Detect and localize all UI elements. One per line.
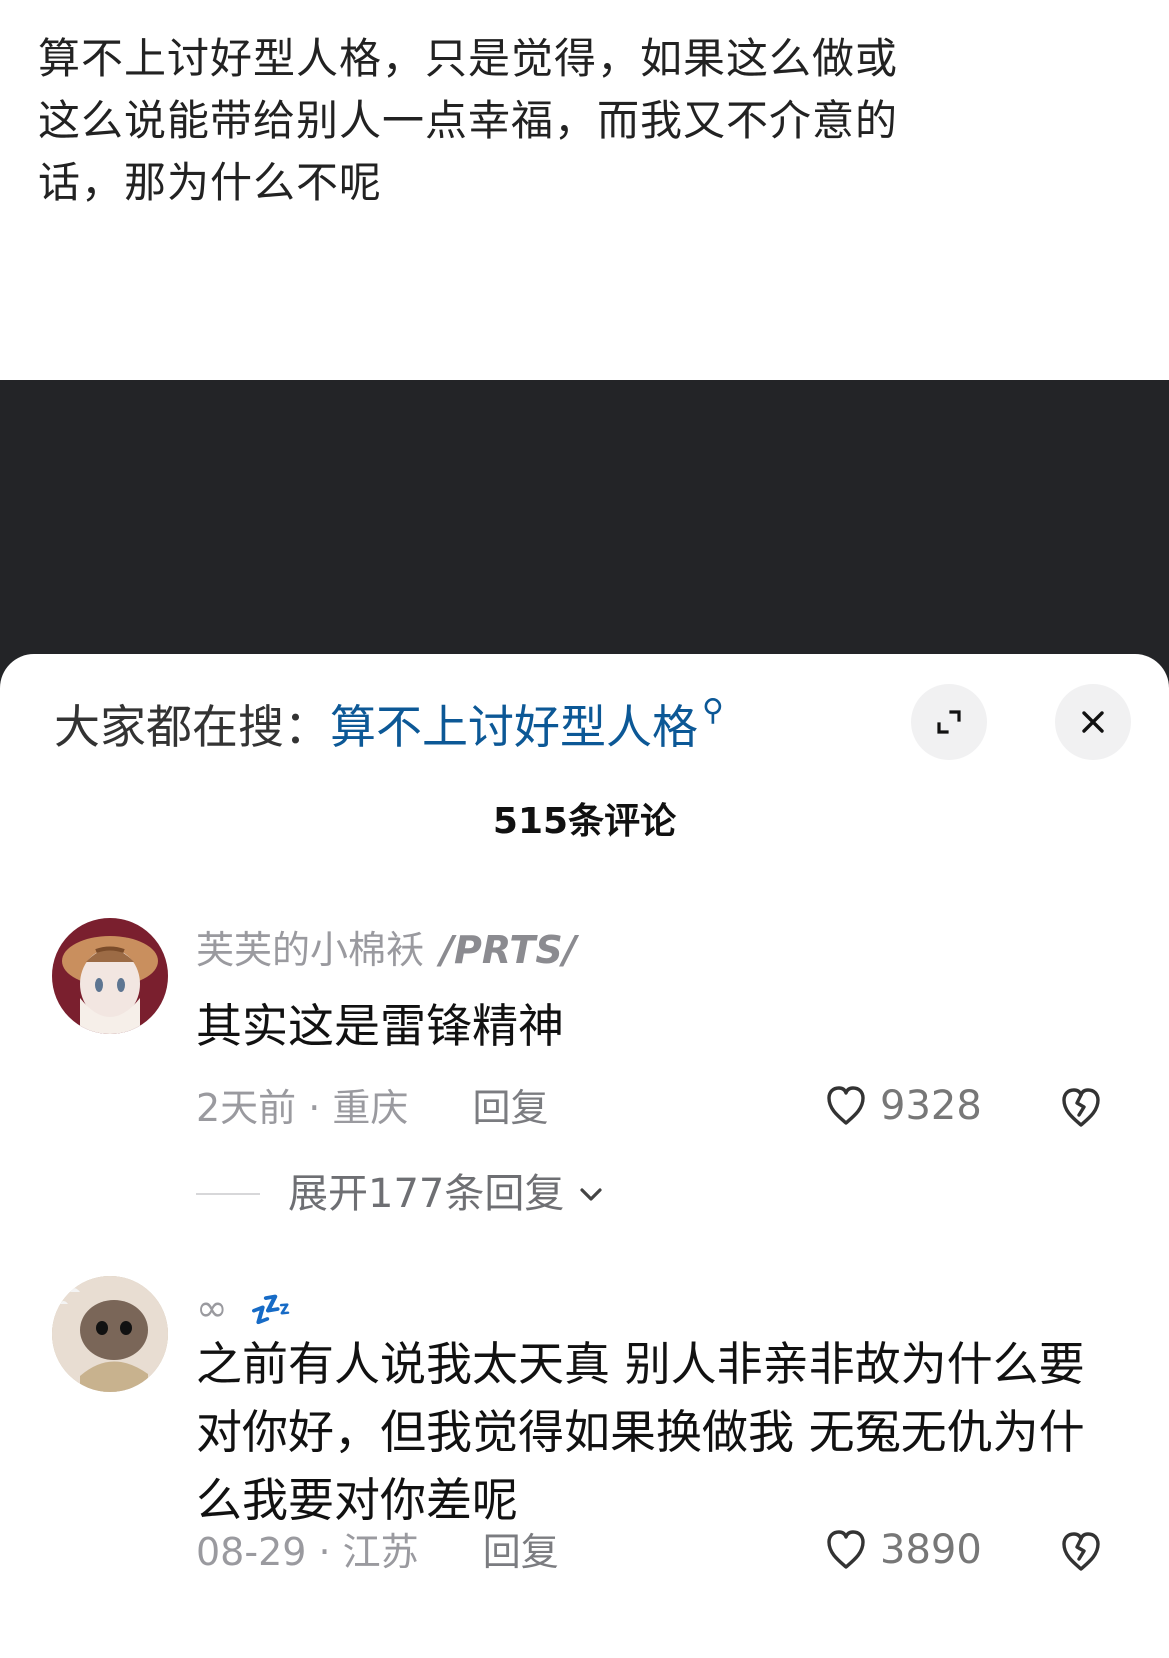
comment-time-location: 08-29 · 江苏 (196, 1530, 419, 1574)
comment-text: 之前有人说我太天真 别人非亲非故为什么要对你好，但我觉得如果换做我 无冤无仇为什… (196, 1337, 1085, 1527)
avatar[interactable] (52, 918, 168, 1034)
comment-panel: 大家都在搜：算不上讨好型人格 ⚲ 515条评论 芙芙的小棉袄 /PRTS/ 其实… (0, 654, 1169, 1658)
search-prefix: 大家都在搜： (54, 700, 330, 754)
search-term-link[interactable]: 算不上讨好型人格 (330, 700, 698, 754)
like-button[interactable]: 3890 (822, 1522, 982, 1578)
author-name[interactable]: 芙芙的小棉袄 (196, 928, 424, 972)
like-button[interactable]: 9328 (822, 1078, 982, 1134)
comment-time-location: 2天前 · 重庆 (196, 1086, 409, 1130)
comment-author[interactable]: 芙芙的小棉袄 /PRTS/ (196, 922, 577, 978)
search-icon: ⚲ (702, 693, 724, 728)
avatar-image (52, 918, 168, 1034)
post-caption: 算不上讨好型人格，只是觉得，如果这么做或这么说能带给别人一点幸福，而我又不介意的… (38, 34, 899, 207)
expand-replies-button[interactable]: 展开177条回复 (196, 1166, 608, 1222)
author-suffix: /PRTS/ (440, 928, 577, 972)
chevron-down-icon (580, 1188, 602, 1201)
reply-button[interactable]: 回复 (473, 1086, 549, 1130)
expand-replies-label: 展开177条回复 (288, 1171, 565, 1217)
broken-heart-icon[interactable] (1056, 1526, 1106, 1576)
like-count: 3890 (880, 1527, 982, 1573)
reply-divider (196, 1193, 260, 1195)
expand-icon (937, 710, 961, 734)
search-suggestion[interactable]: 大家都在搜：算不上讨好型人格 ⚲ (54, 692, 724, 762)
expand-button[interactable] (911, 684, 987, 760)
reply-button[interactable]: 回复 (483, 1530, 559, 1574)
close-icon (1082, 711, 1104, 733)
heart-icon (827, 1086, 865, 1125)
comment-meta: 08-29 · 江苏 回复 (196, 1524, 559, 1580)
author-name[interactable]: ∞ (196, 1286, 228, 1330)
avatar[interactable] (52, 1276, 168, 1392)
broken-heart-icon[interactable] (1056, 1082, 1106, 1132)
comment-text: 其实这是雷锋精神 (196, 999, 564, 1053)
avatar-image (52, 1276, 168, 1392)
post-caption-area: 算不上讨好型人格，只是觉得，如果这么做或这么说能带给别人一点幸福，而我又不介意的… (0, 0, 1169, 380)
comment-meta: 2天前 · 重庆 回复 (196, 1080, 549, 1136)
close-button[interactable] (1055, 684, 1131, 760)
sleep-icon: 💤 (249, 1290, 293, 1330)
like-count: 9328 (880, 1083, 982, 1129)
comment-count: 515条评论 (492, 801, 677, 842)
heart-icon (827, 1530, 865, 1569)
